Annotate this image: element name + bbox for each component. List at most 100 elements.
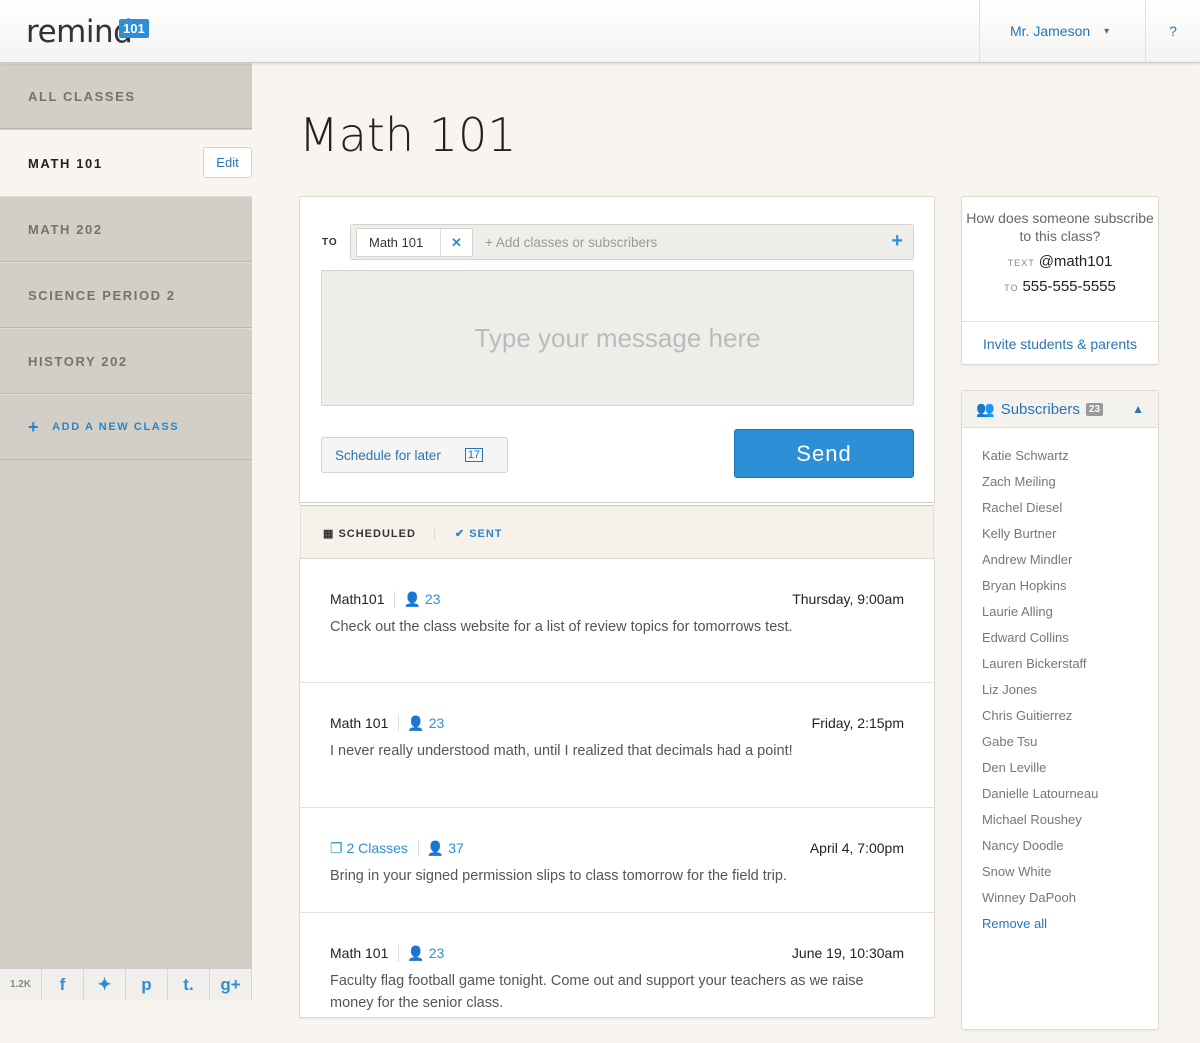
classes-link[interactable]: ❐ 2 Classes (330, 840, 408, 857)
subscriber-item[interactable]: Gabe Tsu (982, 734, 1158, 760)
subscriber-item[interactable]: Snow White (982, 864, 1158, 890)
subscribers-panel: 👥 Subscribers 23 ▲ Katie Schwartz Zach Meili… (961, 390, 1159, 1030)
subscriber-item[interactable]: Bryan Hopkins (982, 578, 1158, 604)
subscriber-count: 👤 23 (398, 945, 444, 962)
add-class-label: ADD A NEW CLASS (52, 421, 180, 433)
subscriber-item[interactable]: Katie Schwartz (982, 448, 1158, 474)
sidebar-item-math-202[interactable]: MATH 202 (0, 196, 252, 262)
compose-card: TO Math 101 ✕ + Add classes or subscriber… (299, 196, 935, 506)
subscriber-item[interactable]: Danielle Latourneau (982, 786, 1158, 812)
phone-number: TO 555-555-5555 (1004, 278, 1116, 295)
message-date: June 19, 10:30am (791, 945, 904, 961)
remove-all-link[interactable]: Remove all (982, 916, 1158, 942)
invite-link[interactable]: Invite students & parents (962, 321, 1158, 365)
message-text: I never really understood math, until I … (330, 743, 793, 759)
recipient-chip: Math 101 ✕ (356, 228, 473, 257)
facebook-icon[interactable]: f (42, 969, 84, 1000)
chevron-down-icon: ▾ (1104, 25, 1110, 37)
subscriber-item[interactable]: Edward Collins (982, 630, 1158, 656)
sidebar-item-history[interactable]: HISTORY 202 (0, 328, 252, 394)
message-recipient: Math 101 (330, 945, 389, 961)
subscribers-header[interactable]: 👥 Subscribers 23 ▲ (962, 391, 1158, 428)
recipients-input[interactable]: Math 101 ✕ + Add classes or subscribers + (350, 224, 914, 260)
sidebar-item-label: MATH 202 (28, 221, 103, 237)
tab-sent[interactable]: ✔ SENT (435, 527, 503, 540)
chip-label: Math 101 (369, 235, 424, 250)
logo-badge: 101 (119, 19, 149, 38)
schedule-label: Schedule for later (335, 447, 441, 463)
message-text: Bring in your signed permission slips to… (330, 868, 787, 884)
subscriber-count: 👤 37 (417, 840, 464, 857)
add-recipient-icon[interactable]: + (891, 230, 903, 253)
header: remind 101 Mr. Jameson ▾ ? (0, 0, 1200, 63)
share-count: 1.2K (0, 969, 42, 1000)
subscriber-item[interactable]: Lauren Bickerstaff (982, 656, 1158, 682)
remove-chip-icon[interactable]: ✕ (440, 229, 472, 256)
logo[interactable]: remind (26, 14, 133, 50)
plus-icon: + (28, 416, 41, 437)
message-recipient: Math101 (330, 591, 385, 607)
message-row[interactable]: Math 101 👤 23 June 19, 10:30am Faculty fla… (300, 913, 934, 1043)
subscriber-item[interactable]: Andrew Mindler (982, 552, 1158, 578)
subscriber-item[interactable]: Kelly Burtner (982, 526, 1158, 552)
tab-label: SENT (469, 527, 503, 540)
sidebar-item-label: MATH 101 (28, 155, 103, 171)
calendar-icon: 17 (464, 448, 484, 462)
text-code: TEXT @math101 (1007, 253, 1113, 270)
help-button[interactable]: ? (1146, 0, 1200, 62)
add-class-button[interactable]: + ADD A NEW CLASS (0, 394, 252, 460)
subscriber-item[interactable]: Winney DaPooh (982, 890, 1158, 916)
message-date: April 4, 7:00pm (809, 840, 904, 856)
recipients-placeholder: + Add classes or subscribers (485, 235, 658, 250)
subscribers-title: Subscribers (1000, 400, 1080, 418)
subscriber-count: 👤 23 (394, 591, 440, 608)
send-button[interactable]: Send (734, 429, 914, 478)
message-text: Check out the class website for a list o… (330, 619, 793, 635)
message-row[interactable]: ❐ 2 Classes 👤 37 April 4, 7:00pm Bring in … (300, 808, 934, 913)
message-text: Faculty flag football game tonight. Come… (330, 973, 864, 1011)
check-icon: ✔ (454, 527, 470, 540)
message-tabs: ▦ SCHEDULED ✔ SENT (300, 508, 934, 558)
subscriber-item[interactable]: Michael Roushey (982, 812, 1158, 838)
message-date: Friday, 2:15pm (811, 715, 904, 731)
pinterest-icon[interactable]: p (126, 969, 168, 1000)
message-input[interactable]: Type your message here (321, 270, 914, 406)
tab-label: SCHEDULED (338, 527, 416, 540)
subscriber-item[interactable]: Den Leville (982, 760, 1158, 786)
message-recipient: Math 101 (330, 715, 389, 731)
edit-button[interactable]: Edit (203, 147, 252, 178)
sidebar-item-science[interactable]: SCIENCE PERIOD 2 (0, 262, 252, 328)
users-icon: 👥 (976, 401, 995, 418)
social-bar: 1.2K f ✦ p t. g+ (0, 968, 252, 1000)
sidebar-item-label: SCIENCE PERIOD 2 (28, 287, 176, 303)
message-date: Thursday, 9:00am (792, 591, 904, 607)
chevron-up-icon[interactable]: ▲ (1132, 402, 1144, 416)
schedule-button[interactable]: Schedule for later 17 (321, 437, 508, 473)
subscriber-item[interactable]: Liz Jones (982, 682, 1158, 708)
sidebar-item-label: HISTORY 202 (28, 353, 128, 369)
message-row[interactable]: Math101 👤 23 Thursday, 9:00am Check out th… (300, 559, 934, 683)
subscriber-item[interactable]: Zach Meiling (982, 474, 1158, 500)
subscribe-question: How does someone subscribe to this class… (966, 210, 1154, 244)
sidebar-item-label: ALL CLASSES (28, 88, 136, 104)
tab-scheduled[interactable]: ▦ SCHEDULED (323, 526, 435, 540)
sidebar: ALL CLASSES MATH 101 Edit MATH 202 SCIENC… (0, 63, 252, 1000)
sidebar-item-math-101[interactable]: MATH 101 Edit (0, 130, 252, 196)
user-name: Mr. Jameson (1010, 23, 1091, 39)
subscriber-list: Katie Schwartz Zach Meiling Rachel Diesel K… (962, 428, 1158, 942)
subscribers-count: 23 (1085, 402, 1104, 416)
page-title: Math 101 (299, 108, 517, 162)
google-plus-icon[interactable]: g+ (210, 969, 252, 1000)
message-list: Math101 👤 23 Thursday, 9:00am Check out th… (299, 558, 935, 1018)
twitter-icon[interactable]: ✦ (84, 969, 126, 1000)
subscriber-item[interactable]: Chris Guitierrez (982, 708, 1158, 734)
subscriber-item[interactable]: Laurie Alling (982, 604, 1158, 630)
to-label: TO (322, 237, 338, 248)
subscriber-count: 👤 23 (398, 715, 444, 732)
tumblr-icon[interactable]: t. (168, 969, 210, 1000)
sidebar-item-all-classes[interactable]: ALL CLASSES (0, 63, 252, 129)
message-row[interactable]: Math 101 👤 23 Friday, 2:15pm I never reall… (300, 683, 934, 808)
user-menu[interactable]: Mr. Jameson ▾ (979, 0, 1146, 62)
subscriber-item[interactable]: Rachel Diesel (982, 500, 1158, 526)
subscriber-item[interactable]: Nancy Doodle (982, 838, 1158, 864)
